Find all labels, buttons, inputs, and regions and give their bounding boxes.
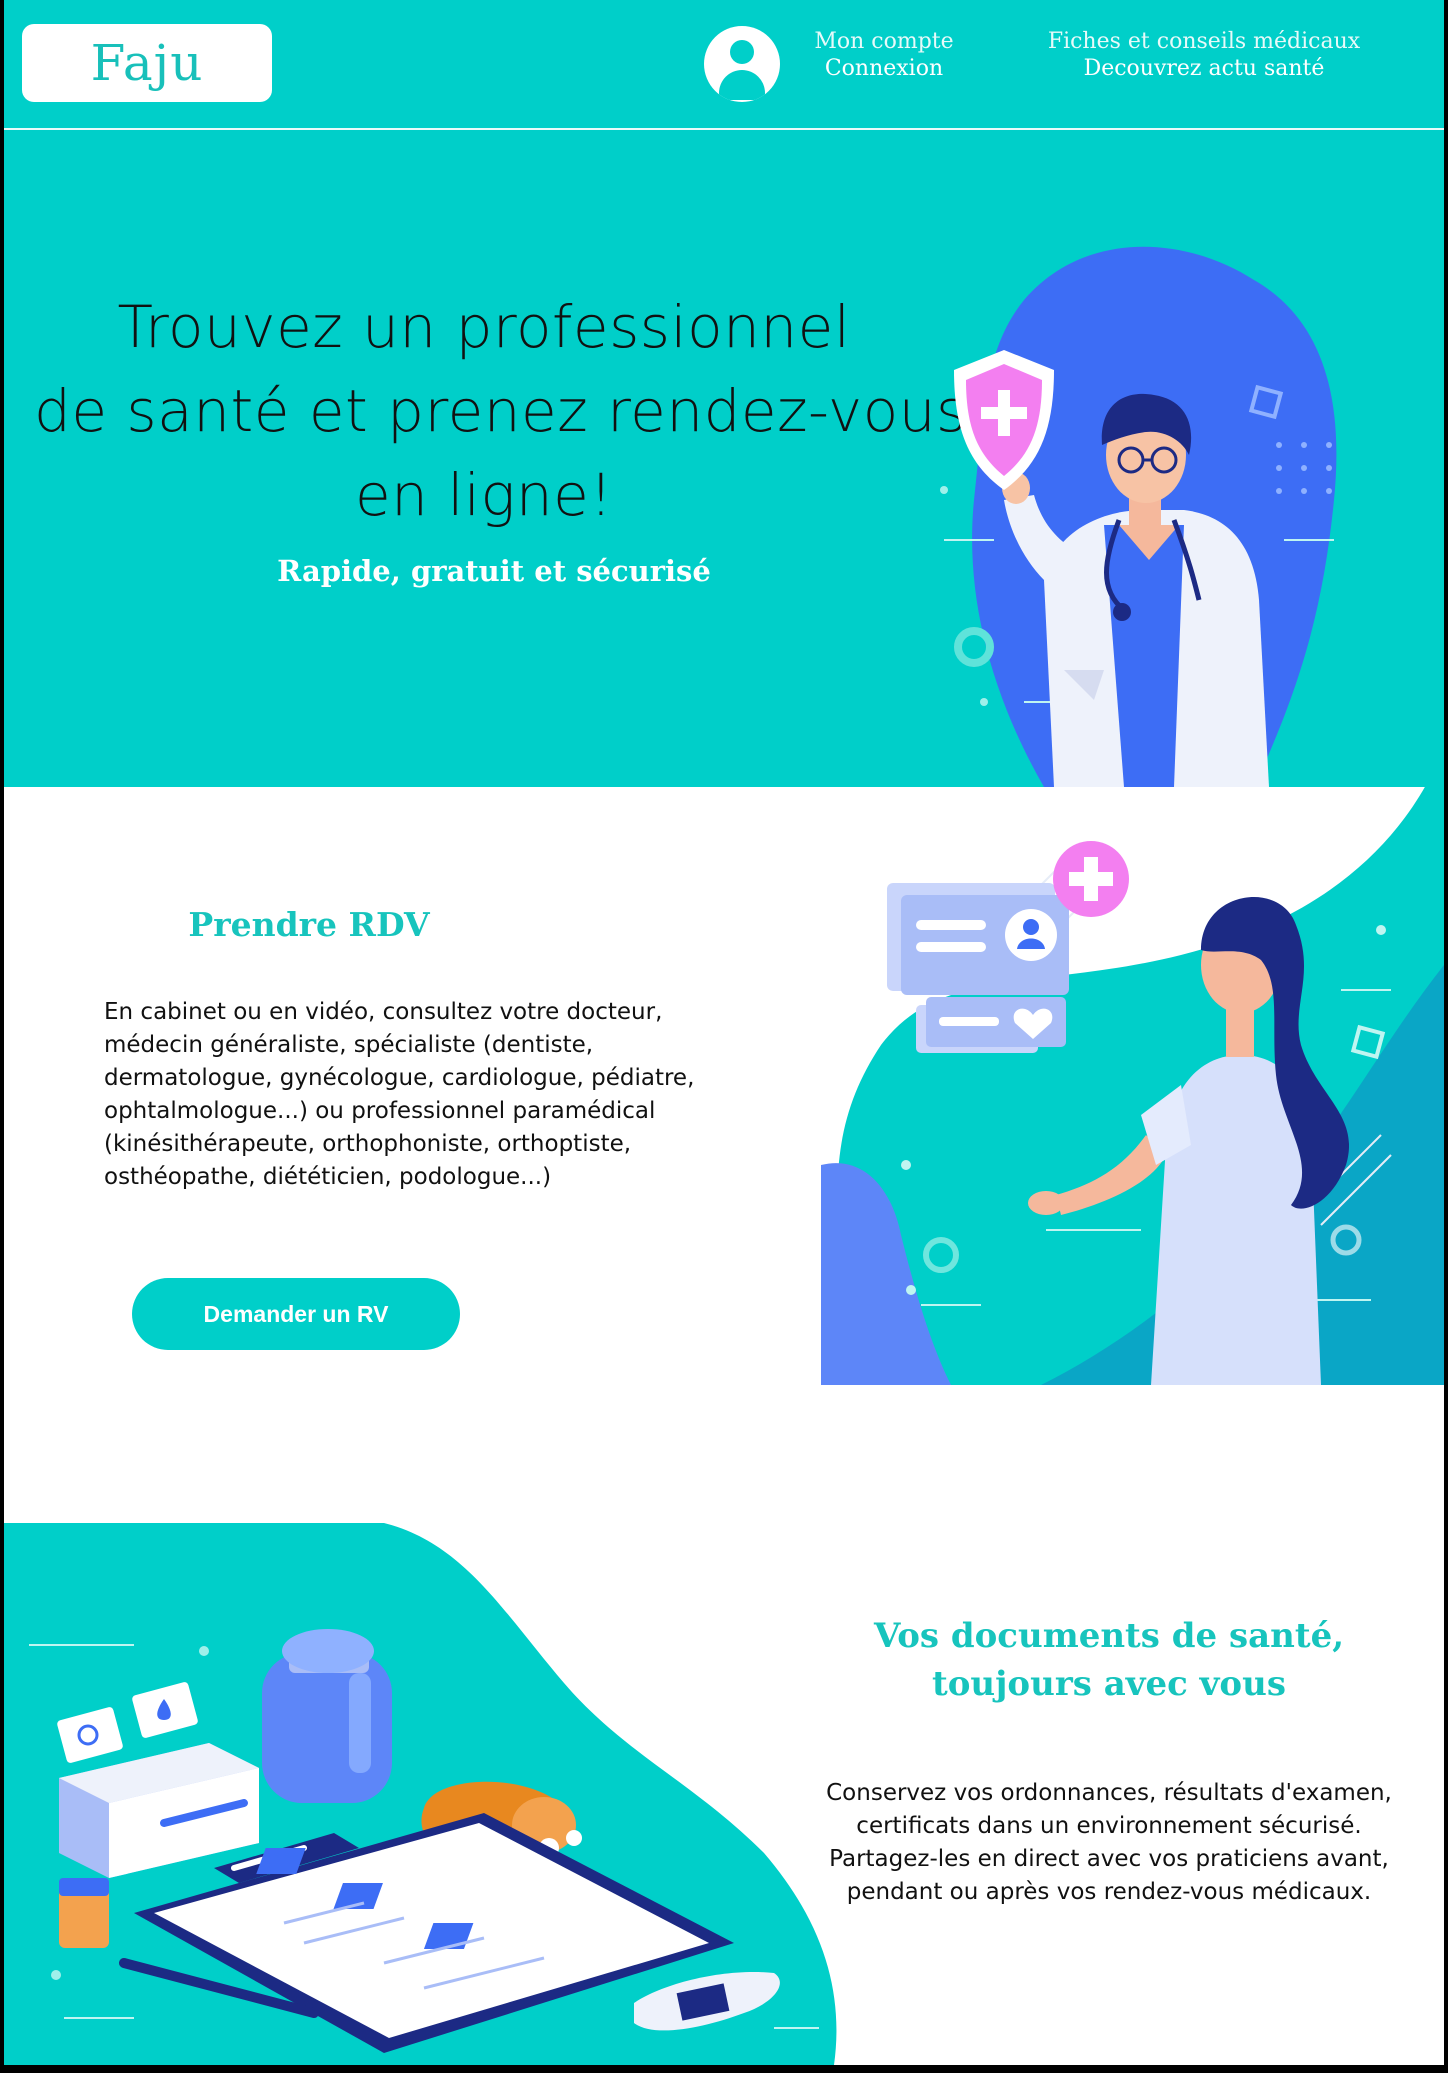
site-header: Faju Mon compte Connexion Fiches et cons… — [4, 0, 1444, 130]
hero-title-line: de santé et prenez rendez-vous — [34, 377, 967, 445]
logo[interactable]: Faju — [22, 24, 272, 102]
hero-section: Trouvez un professionnel de santé et pre… — [4, 130, 1444, 787]
appointment-description: En cabinet ou en vidéo, consultez votre … — [104, 996, 704, 1194]
description-line: pendant ou après vos rendez-vous médicau… — [846, 1879, 1372, 1905]
nav-account-label: Mon compte — [814, 29, 954, 54]
hero-title-line: en ligne! — [354, 461, 614, 529]
documents-description: Conservez vos ordonnances, résultats d'e… — [824, 1777, 1394, 1909]
hero-subtitle: Rapide, gratuit et sécurisé — [277, 554, 711, 588]
description-line: médecin généraliste, spécialiste (dentis… — [104, 1032, 594, 1058]
documents-title-line: toujours avec vous — [932, 1664, 1286, 1704]
hero-title: Trouvez un professionnel de santé et pre… — [34, 285, 967, 537]
hero-title-line: Trouvez un professionnel — [117, 293, 851, 361]
description-line: Conservez vos ordonnances, résultats d'e… — [826, 1780, 1392, 1806]
description-line: ophtalmologue...) ou professionnel param… — [104, 1098, 656, 1124]
nav-health-news-label: Decouvrez actu santé — [1083, 56, 1325, 81]
description-line: En cabinet ou en vidéo, consultez votre … — [104, 999, 663, 1025]
page: Faju Mon compte Connexion Fiches et cons… — [4, 0, 1444, 2065]
description-line: (kinésithérapeute, orthophoniste, orthop… — [104, 1131, 632, 1157]
logo-text: Faju — [90, 34, 204, 92]
user-avatar-icon[interactable] — [704, 26, 780, 102]
description-line: certificats dans un environnement sécuri… — [856, 1813, 1362, 1839]
documents-title-line: Vos documents de santé, — [873, 1616, 1345, 1656]
nav-health-tips-label: Fiches et conseils médicaux — [1047, 29, 1361, 54]
description-line: Partagez-les en direct avec vos praticie… — [829, 1846, 1389, 1872]
nav-login-label: Connexion — [824, 56, 944, 81]
description-line: osthéopathe, diététicien, podologue...) — [104, 1164, 552, 1190]
nurse-illustration — [821, 785, 1444, 1385]
documents-title: Vos documents de santé, toujours avec vo… — [844, 1612, 1374, 1708]
description-line: dermatologue, gynécologue, cardiologue, … — [104, 1065, 695, 1091]
appointment-title: Prendre RDV — [188, 905, 430, 944]
doctor-illustration — [940, 246, 1337, 787]
request-appointment-button[interactable]: Demander un RV — [132, 1278, 460, 1350]
nav-account-link[interactable]: Mon compte Connexion — [794, 28, 974, 82]
medical-documents-illustration — [4, 1523, 837, 2065]
nav-health-tips-link[interactable]: Fiches et conseils médicaux Decouvrez ac… — [1024, 28, 1384, 82]
